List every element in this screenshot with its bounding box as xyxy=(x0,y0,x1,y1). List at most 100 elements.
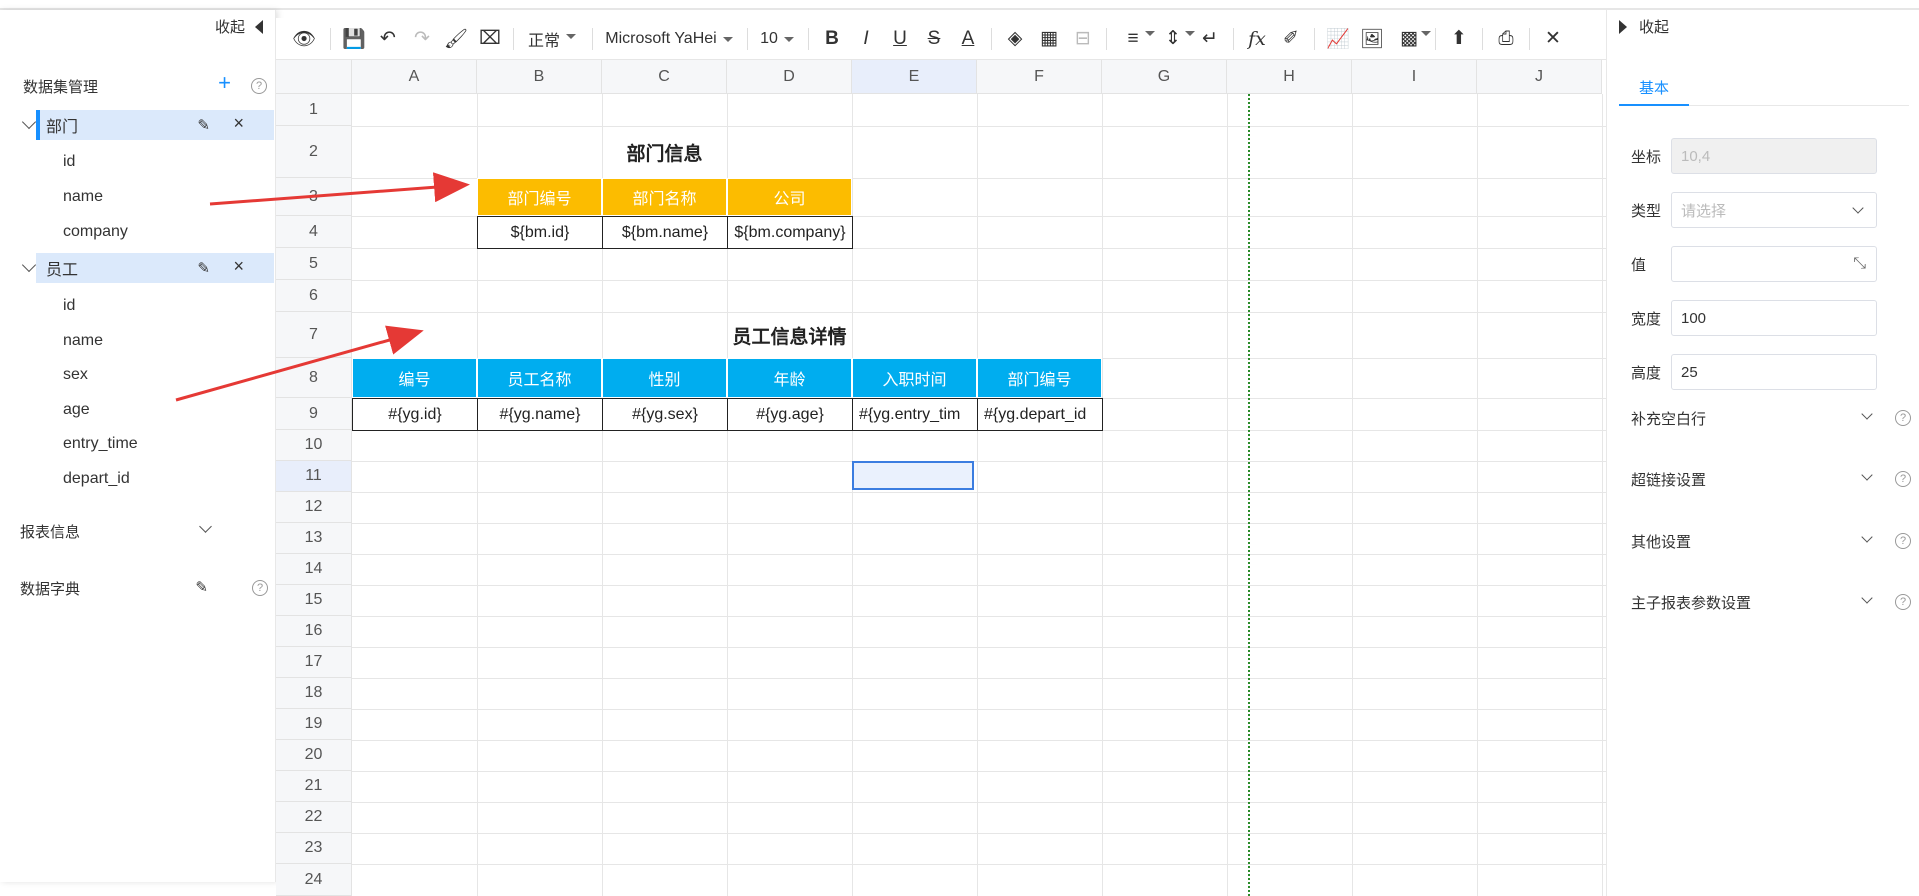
help-icon[interactable]: ? xyxy=(1895,471,1911,487)
text-wrap-icon[interactable]: ↵ xyxy=(1193,18,1227,60)
chevron-down-icon[interactable] xyxy=(1861,408,1873,420)
column-header[interactable]: F xyxy=(977,60,1102,94)
edit-icon[interactable]: ✎ xyxy=(197,116,210,134)
emp-header-cell[interactable]: 部门编号 xyxy=(977,358,1102,398)
emp-header-cell[interactable]: 性别 xyxy=(602,358,727,398)
italic-icon[interactable]: I xyxy=(849,18,883,60)
row-header[interactable]: 18 xyxy=(276,678,352,709)
chevron-down-icon[interactable] xyxy=(21,114,37,130)
emp-title-cell[interactable]: 员工信息详情 xyxy=(602,312,977,358)
clear-format-icon[interactable]: ⌧ xyxy=(473,18,507,60)
row-header[interactable]: 22 xyxy=(276,802,352,833)
tab-basic[interactable]: 基本 xyxy=(1619,70,1689,106)
row-header[interactable]: 5 xyxy=(276,248,352,280)
chart-icon[interactable]: 📈 xyxy=(1321,18,1355,60)
row-header[interactable]: 13 xyxy=(276,523,352,554)
spreadsheet-grid[interactable]: A B C D E F G H I J 1 2 3 4 5 6 7 8 9 10… xyxy=(276,60,1606,896)
row-header[interactable]: 1 xyxy=(276,94,352,126)
close-icon[interactable]: × xyxy=(233,113,244,134)
chevron-down-icon[interactable] xyxy=(199,520,212,533)
column-header[interactable]: J xyxy=(1477,60,1602,94)
font-color-icon[interactable]: A xyxy=(951,18,985,60)
value-field[interactable]: ⤡ xyxy=(1671,246,1877,282)
save-icon[interactable]: 💾 xyxy=(337,18,371,60)
redo-icon[interactable]: ↷ xyxy=(405,18,439,60)
vertical-align-icon[interactable]: ⇕ xyxy=(1153,18,1195,60)
help-icon[interactable]: ? xyxy=(252,580,268,596)
dataset-field[interactable]: company xyxy=(63,223,128,241)
formula-icon[interactable]: fx xyxy=(1240,18,1274,60)
report-info-section[interactable]: 报表信息 xyxy=(20,516,260,546)
dept-header-cell[interactable]: 部门名称 xyxy=(602,178,727,216)
row-header[interactable]: 20 xyxy=(276,740,352,771)
chevron-down-icon[interactable] xyxy=(1861,531,1873,543)
help-icon[interactable]: ? xyxy=(1895,410,1911,426)
chevron-down-icon[interactable] xyxy=(21,257,37,273)
preview-icon[interactable]: 👁 xyxy=(284,18,324,60)
emp-value-cell[interactable]: #{yg.depart_id xyxy=(977,398,1103,431)
chevron-down-icon[interactable] xyxy=(1861,592,1873,604)
format-brush-icon[interactable]: ✐ xyxy=(1274,18,1308,60)
tools-icon[interactable]: ✕ xyxy=(1536,18,1570,60)
help-icon[interactable]: ? xyxy=(251,78,267,94)
undo-icon[interactable]: ↶ xyxy=(371,18,405,60)
column-header[interactable]: E xyxy=(852,60,977,94)
row-header[interactable]: 10 xyxy=(276,430,352,461)
selected-cell[interactable] xyxy=(852,461,974,490)
emp-value-cell[interactable]: #{yg.age} xyxy=(727,398,853,431)
emp-header-cell[interactable]: 员工名称 xyxy=(477,358,602,398)
left-collapse-button[interactable]: 收起 xyxy=(215,16,263,37)
column-header[interactable]: A xyxy=(352,60,477,94)
row-header[interactable]: 9 xyxy=(276,398,352,430)
font-select[interactable]: Microsoft YaHei xyxy=(599,18,741,60)
dataset-field[interactable]: name xyxy=(63,332,103,350)
close-icon[interactable]: × xyxy=(233,256,244,277)
add-dataset-icon[interactable]: + xyxy=(218,70,231,96)
upload-icon[interactable]: ⬆ xyxy=(1442,18,1476,60)
height-field[interactable]: 25 xyxy=(1671,354,1877,390)
font-size-select[interactable]: 10 xyxy=(754,18,802,60)
row-header[interactable]: 16 xyxy=(276,616,352,647)
row-header[interactable]: 14 xyxy=(276,554,352,585)
row-header[interactable]: 8 xyxy=(276,358,352,398)
emp-value-cell[interactable]: #{yg.entry_tim xyxy=(852,398,978,431)
row-header[interactable]: 24 xyxy=(276,864,352,896)
fill-color-icon[interactable]: ◈ xyxy=(998,18,1032,60)
section-fill-blank-rows[interactable]: 补充空白行 ? xyxy=(1631,403,1911,433)
row-header[interactable]: 23 xyxy=(276,833,352,864)
dataset-field[interactable]: sex xyxy=(63,366,88,384)
row-header[interactable]: 15 xyxy=(276,585,352,616)
column-header[interactable]: D xyxy=(727,60,852,94)
column-header[interactable]: B xyxy=(477,60,602,94)
right-collapse-button[interactable]: 收起 xyxy=(1619,16,1669,37)
emp-header-cell[interactable]: 年龄 xyxy=(727,358,852,398)
corner-header[interactable] xyxy=(276,60,352,94)
section-hyperlink[interactable]: 超链接设置 ? xyxy=(1631,464,1911,494)
paint-format-icon[interactable]: 🖌 xyxy=(439,18,473,60)
section-other[interactable]: 其他设置 ? xyxy=(1631,526,1911,556)
help-icon[interactable]: ? xyxy=(1895,533,1911,549)
width-field[interactable]: 100 xyxy=(1671,300,1877,336)
dept-header-cell[interactable]: 公司 xyxy=(727,178,852,216)
column-header[interactable]: H xyxy=(1227,60,1352,94)
dataset-field[interactable]: age xyxy=(63,401,90,419)
emp-value-cell[interactable]: #{yg.sex} xyxy=(602,398,728,431)
format-select[interactable]: 正常 xyxy=(520,18,586,60)
dept-value-cell[interactable]: ${bm.name} xyxy=(602,216,728,249)
row-header[interactable]: 12 xyxy=(276,492,352,523)
row-header[interactable]: 17 xyxy=(276,647,352,678)
row-header[interactable]: 11 xyxy=(276,461,352,492)
dataset-field[interactable]: name xyxy=(63,188,103,206)
align-icon[interactable]: ≡ xyxy=(1113,18,1155,60)
dataset-field[interactable]: depart_id xyxy=(63,470,130,488)
edit-icon[interactable]: ✎ xyxy=(195,578,208,596)
row-header[interactable]: 2 xyxy=(276,126,352,178)
dept-title-cell[interactable]: 部门信息 xyxy=(477,126,852,178)
section-master-sub-params[interactable]: 主子报表参数设置 ? xyxy=(1631,587,1911,617)
image-icon[interactable]: 🖼 xyxy=(1355,18,1389,60)
row-header[interactable]: 19 xyxy=(276,709,352,740)
dataset-field[interactable]: id xyxy=(63,297,75,315)
edit-icon[interactable]: ✎ xyxy=(197,259,210,277)
row-header[interactable]: 6 xyxy=(276,280,352,312)
qrcode-icon[interactable]: ▩ xyxy=(1389,18,1431,60)
